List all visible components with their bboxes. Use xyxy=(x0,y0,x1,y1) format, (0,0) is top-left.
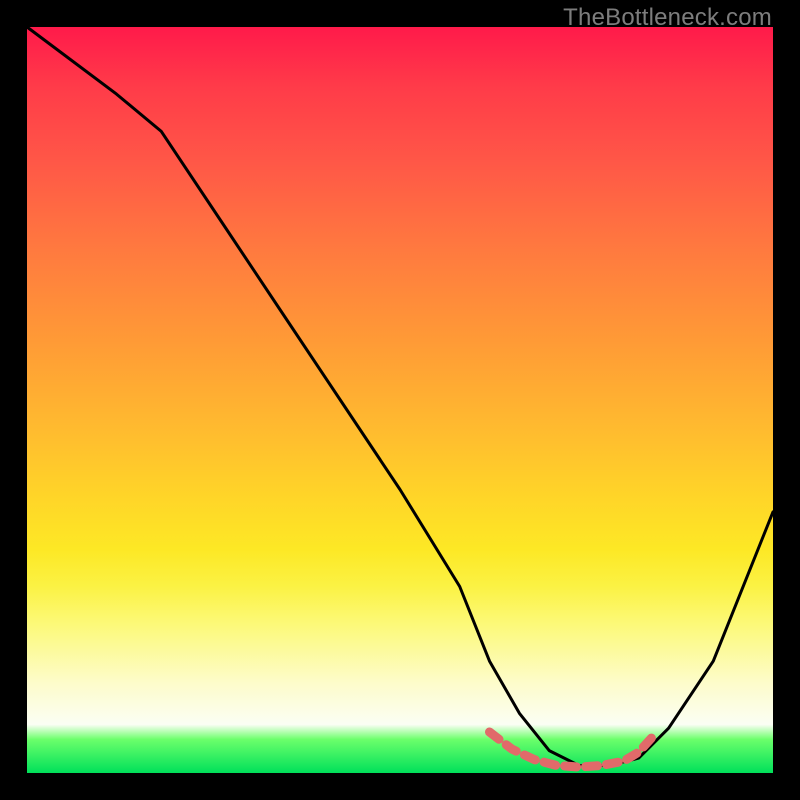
watermark-text: TheBottleneck.com xyxy=(563,4,772,32)
bottleneck-curve xyxy=(27,27,773,766)
chart-frame: TheBottleneck.com xyxy=(0,0,800,800)
chart-svg xyxy=(27,27,773,773)
plot-area xyxy=(27,27,773,773)
